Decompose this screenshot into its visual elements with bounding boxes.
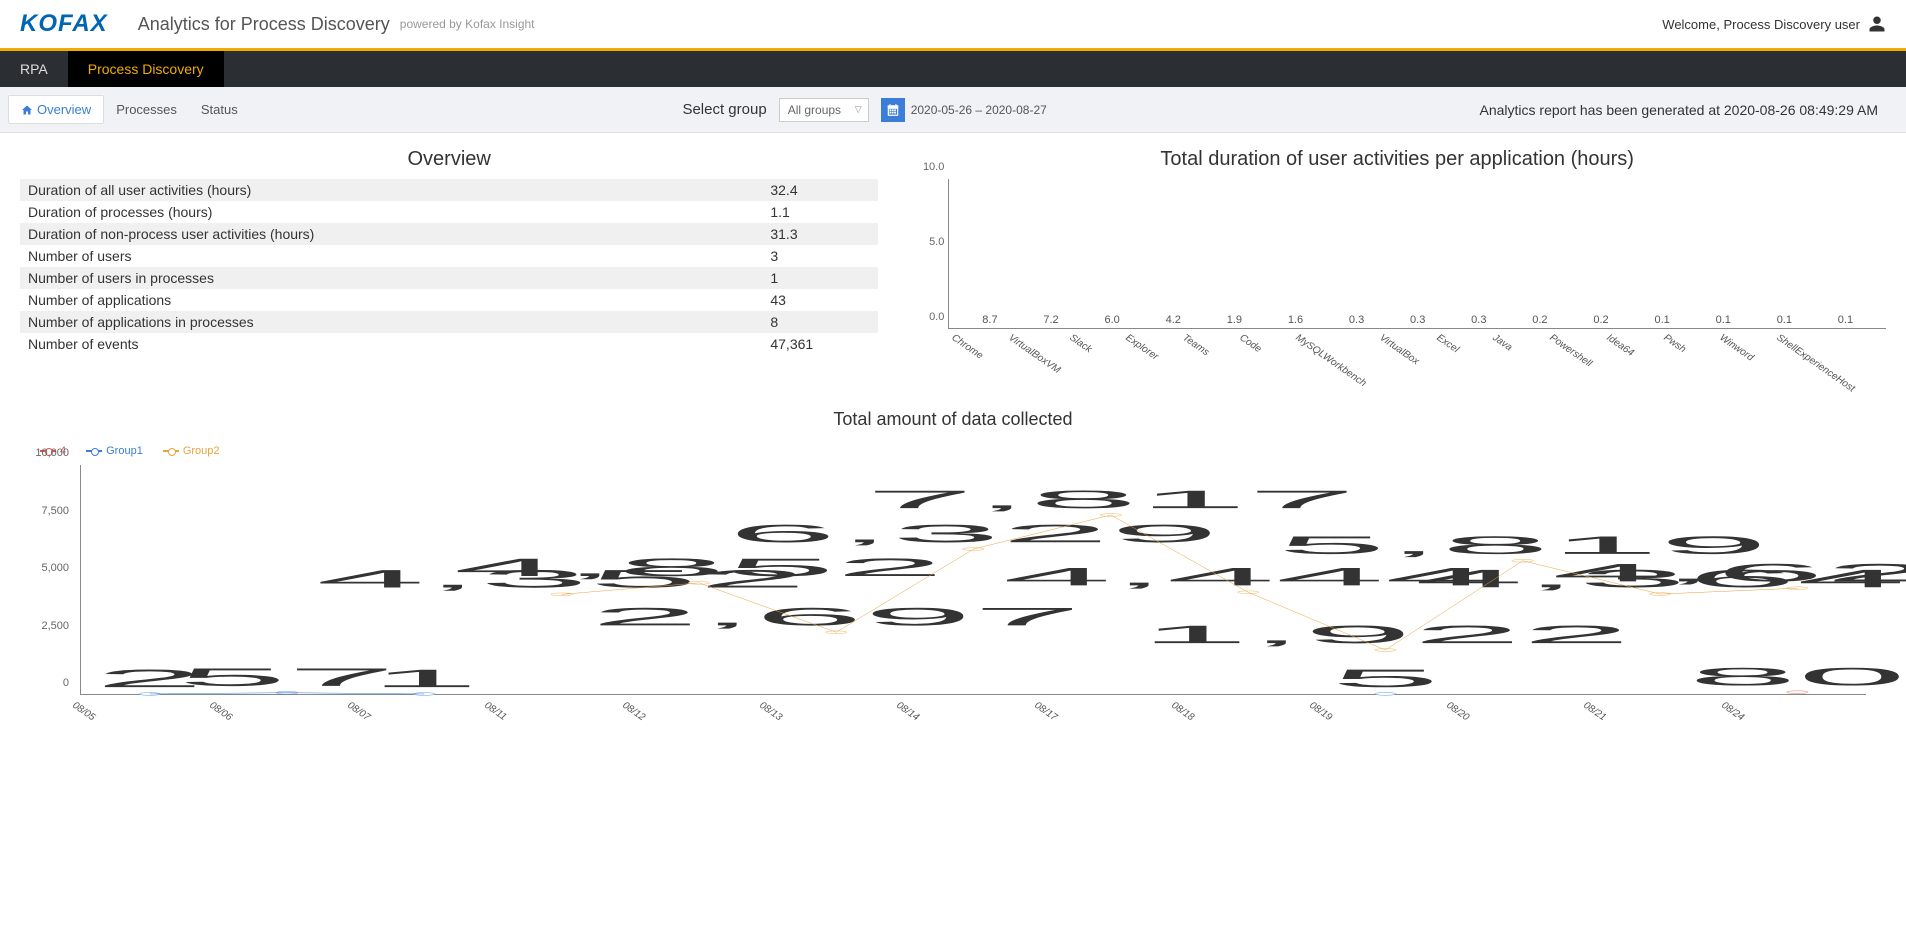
- overview-row: Duration of processes (hours)1.1: [20, 201, 878, 223]
- sub-tabs: Overview Processes Status: [8, 95, 250, 124]
- overview-row-label: Duration of non-process user activities …: [28, 226, 770, 242]
- line-chart[interactable]: 02,5005,0007,50010,000 80257154,3524,852…: [20, 465, 1886, 735]
- svg-text:80: 80: [1688, 662, 1906, 690]
- overview-row-value: 1: [770, 270, 870, 286]
- legend-series-group2[interactable]: Group2: [163, 445, 220, 457]
- welcome-label: Welcome, Process Discovery user: [1662, 17, 1860, 32]
- date-picker: 2020-05-26 – 2020-08-27: [881, 98, 1047, 122]
- overview-row-label: Number of applications in processes: [28, 314, 770, 330]
- svg-text:1,922: 1,922: [1140, 620, 1631, 648]
- header: KOFAX Analytics for Process Discovery po…: [0, 0, 1906, 51]
- overview-table: Duration of all user activities (hours)3…: [20, 179, 878, 355]
- svg-text:5,819: 5,819: [1277, 531, 1768, 559]
- overview-title: Overview: [20, 148, 878, 171]
- bar-column[interactable]: 6.0: [1082, 314, 1143, 328]
- sub-bar: Overview Processes Status Select group A…: [0, 87, 1906, 133]
- overview-row: Number of applications43: [20, 289, 878, 311]
- welcome-text: Welcome, Process Discovery user: [1662, 15, 1886, 33]
- subtab-status[interactable]: Status: [189, 95, 250, 124]
- user-icon[interactable]: [1868, 15, 1886, 33]
- bar-column[interactable]: 0.1: [1754, 314, 1815, 328]
- group-select[interactable]: All groups ▽: [779, 98, 869, 122]
- svg-text:5: 5: [1331, 664, 1440, 692]
- bar-column[interactable]: 4.2: [1143, 314, 1204, 328]
- overview-row-label: Number of applications: [28, 292, 770, 308]
- svg-text:4,620: 4,620: [1552, 558, 1906, 586]
- bar-chart-title: Total duration of user activities per ap…: [908, 148, 1886, 171]
- main-nav: RPA Process Discovery: [0, 51, 1906, 87]
- overview-row: Duration of non-process user activities …: [20, 223, 878, 245]
- bar-column[interactable]: 0.1: [1632, 314, 1693, 328]
- legend-label-group2: Group2: [183, 445, 220, 457]
- app-subtitle: powered by Kofax Insight: [400, 17, 535, 31]
- chevron-down-icon: ▽: [855, 104, 862, 115]
- bar-column[interactable]: 0.3: [1387, 314, 1448, 328]
- bar-column[interactable]: 1.6: [1265, 314, 1326, 328]
- home-icon: [21, 104, 33, 116]
- overview-panel: Overview Duration of all user activities…: [20, 148, 878, 379]
- bar-chart[interactable]: 0.05.010.0 8.77.26.04.21.91.60.30.30.30.…: [908, 179, 1886, 379]
- overview-row-label: Number of users in processes: [28, 270, 770, 286]
- line-chart-section: Total amount of data collected 4 Group1 …: [20, 409, 1886, 735]
- overview-row-label: Number of users: [28, 248, 770, 264]
- nav-process-discovery[interactable]: Process Discovery: [68, 51, 224, 87]
- overview-row: Duration of all user activities (hours)3…: [20, 179, 878, 201]
- svg-text:2,697: 2,697: [591, 603, 1082, 631]
- svg-text:1: 1: [370, 664, 479, 692]
- svg-text:57: 57: [178, 663, 396, 691]
- select-group-label: Select group: [682, 101, 766, 118]
- legend-label-group1: Group1: [106, 445, 143, 457]
- nav-rpa[interactable]: RPA: [0, 51, 68, 87]
- overview-row: Number of events47,361: [20, 333, 878, 355]
- overview-row: Number of users3: [20, 245, 878, 267]
- overview-row-label: Number of events: [28, 336, 770, 352]
- bar-chart-panel: Total duration of user activities per ap…: [908, 148, 1886, 379]
- report-status: Analytics report has been generated at 2…: [1480, 102, 1899, 118]
- content: Overview Duration of all user activities…: [0, 133, 1906, 750]
- overview-row: Number of users in processes1: [20, 267, 878, 289]
- overview-row-value: 1.1: [770, 204, 870, 220]
- overview-row-label: Duration of all user activities (hours): [28, 182, 770, 198]
- legend-series-group1[interactable]: Group1: [86, 445, 143, 457]
- bar-column[interactable]: 8.7: [959, 314, 1020, 328]
- subtab-overview[interactable]: Overview: [8, 95, 104, 124]
- bar-column[interactable]: 0.2: [1509, 314, 1570, 328]
- bar-column[interactable]: 0.3: [1326, 314, 1387, 328]
- overview-row: Number of applications in processes8: [20, 311, 878, 333]
- date-range[interactable]: 2020-05-26 – 2020-08-27: [911, 103, 1047, 117]
- bar-column[interactable]: 0.3: [1448, 314, 1509, 328]
- brand-logo: KOFAX: [20, 10, 108, 38]
- calendar-button[interactable]: [881, 98, 905, 122]
- overview-row-value: 43: [770, 292, 870, 308]
- svg-text:4,852: 4,852: [453, 553, 944, 581]
- app-title: Analytics for Process Discovery: [138, 14, 390, 35]
- group-select-value: All groups: [788, 103, 841, 117]
- bar-column[interactable]: 7.2: [1020, 314, 1081, 328]
- line-chart-title: Total amount of data collected: [20, 409, 1886, 430]
- svg-text:6,329: 6,329: [728, 519, 1219, 547]
- overview-row-value: 32.4: [770, 182, 870, 198]
- line-chart-legend: 4 Group1 Group2: [40, 445, 1886, 457]
- bar-column[interactable]: 0.2: [1570, 314, 1631, 328]
- overview-row-value: 47,361: [770, 336, 870, 352]
- overview-row-value: 3: [770, 248, 870, 264]
- overview-row-label: Duration of processes (hours): [28, 204, 770, 220]
- bar-column[interactable]: 0.1: [1815, 314, 1876, 328]
- overview-row-value: 8: [770, 314, 870, 330]
- svg-text:7,817: 7,817: [865, 485, 1356, 513]
- bar-column[interactable]: 0.1: [1693, 314, 1754, 328]
- calendar-icon: [886, 103, 900, 117]
- overview-row-value: 31.3: [770, 226, 870, 242]
- subtab-overview-label: Overview: [37, 102, 91, 117]
- subtab-processes[interactable]: Processes: [104, 95, 189, 124]
- bar-column[interactable]: 1.9: [1204, 314, 1265, 328]
